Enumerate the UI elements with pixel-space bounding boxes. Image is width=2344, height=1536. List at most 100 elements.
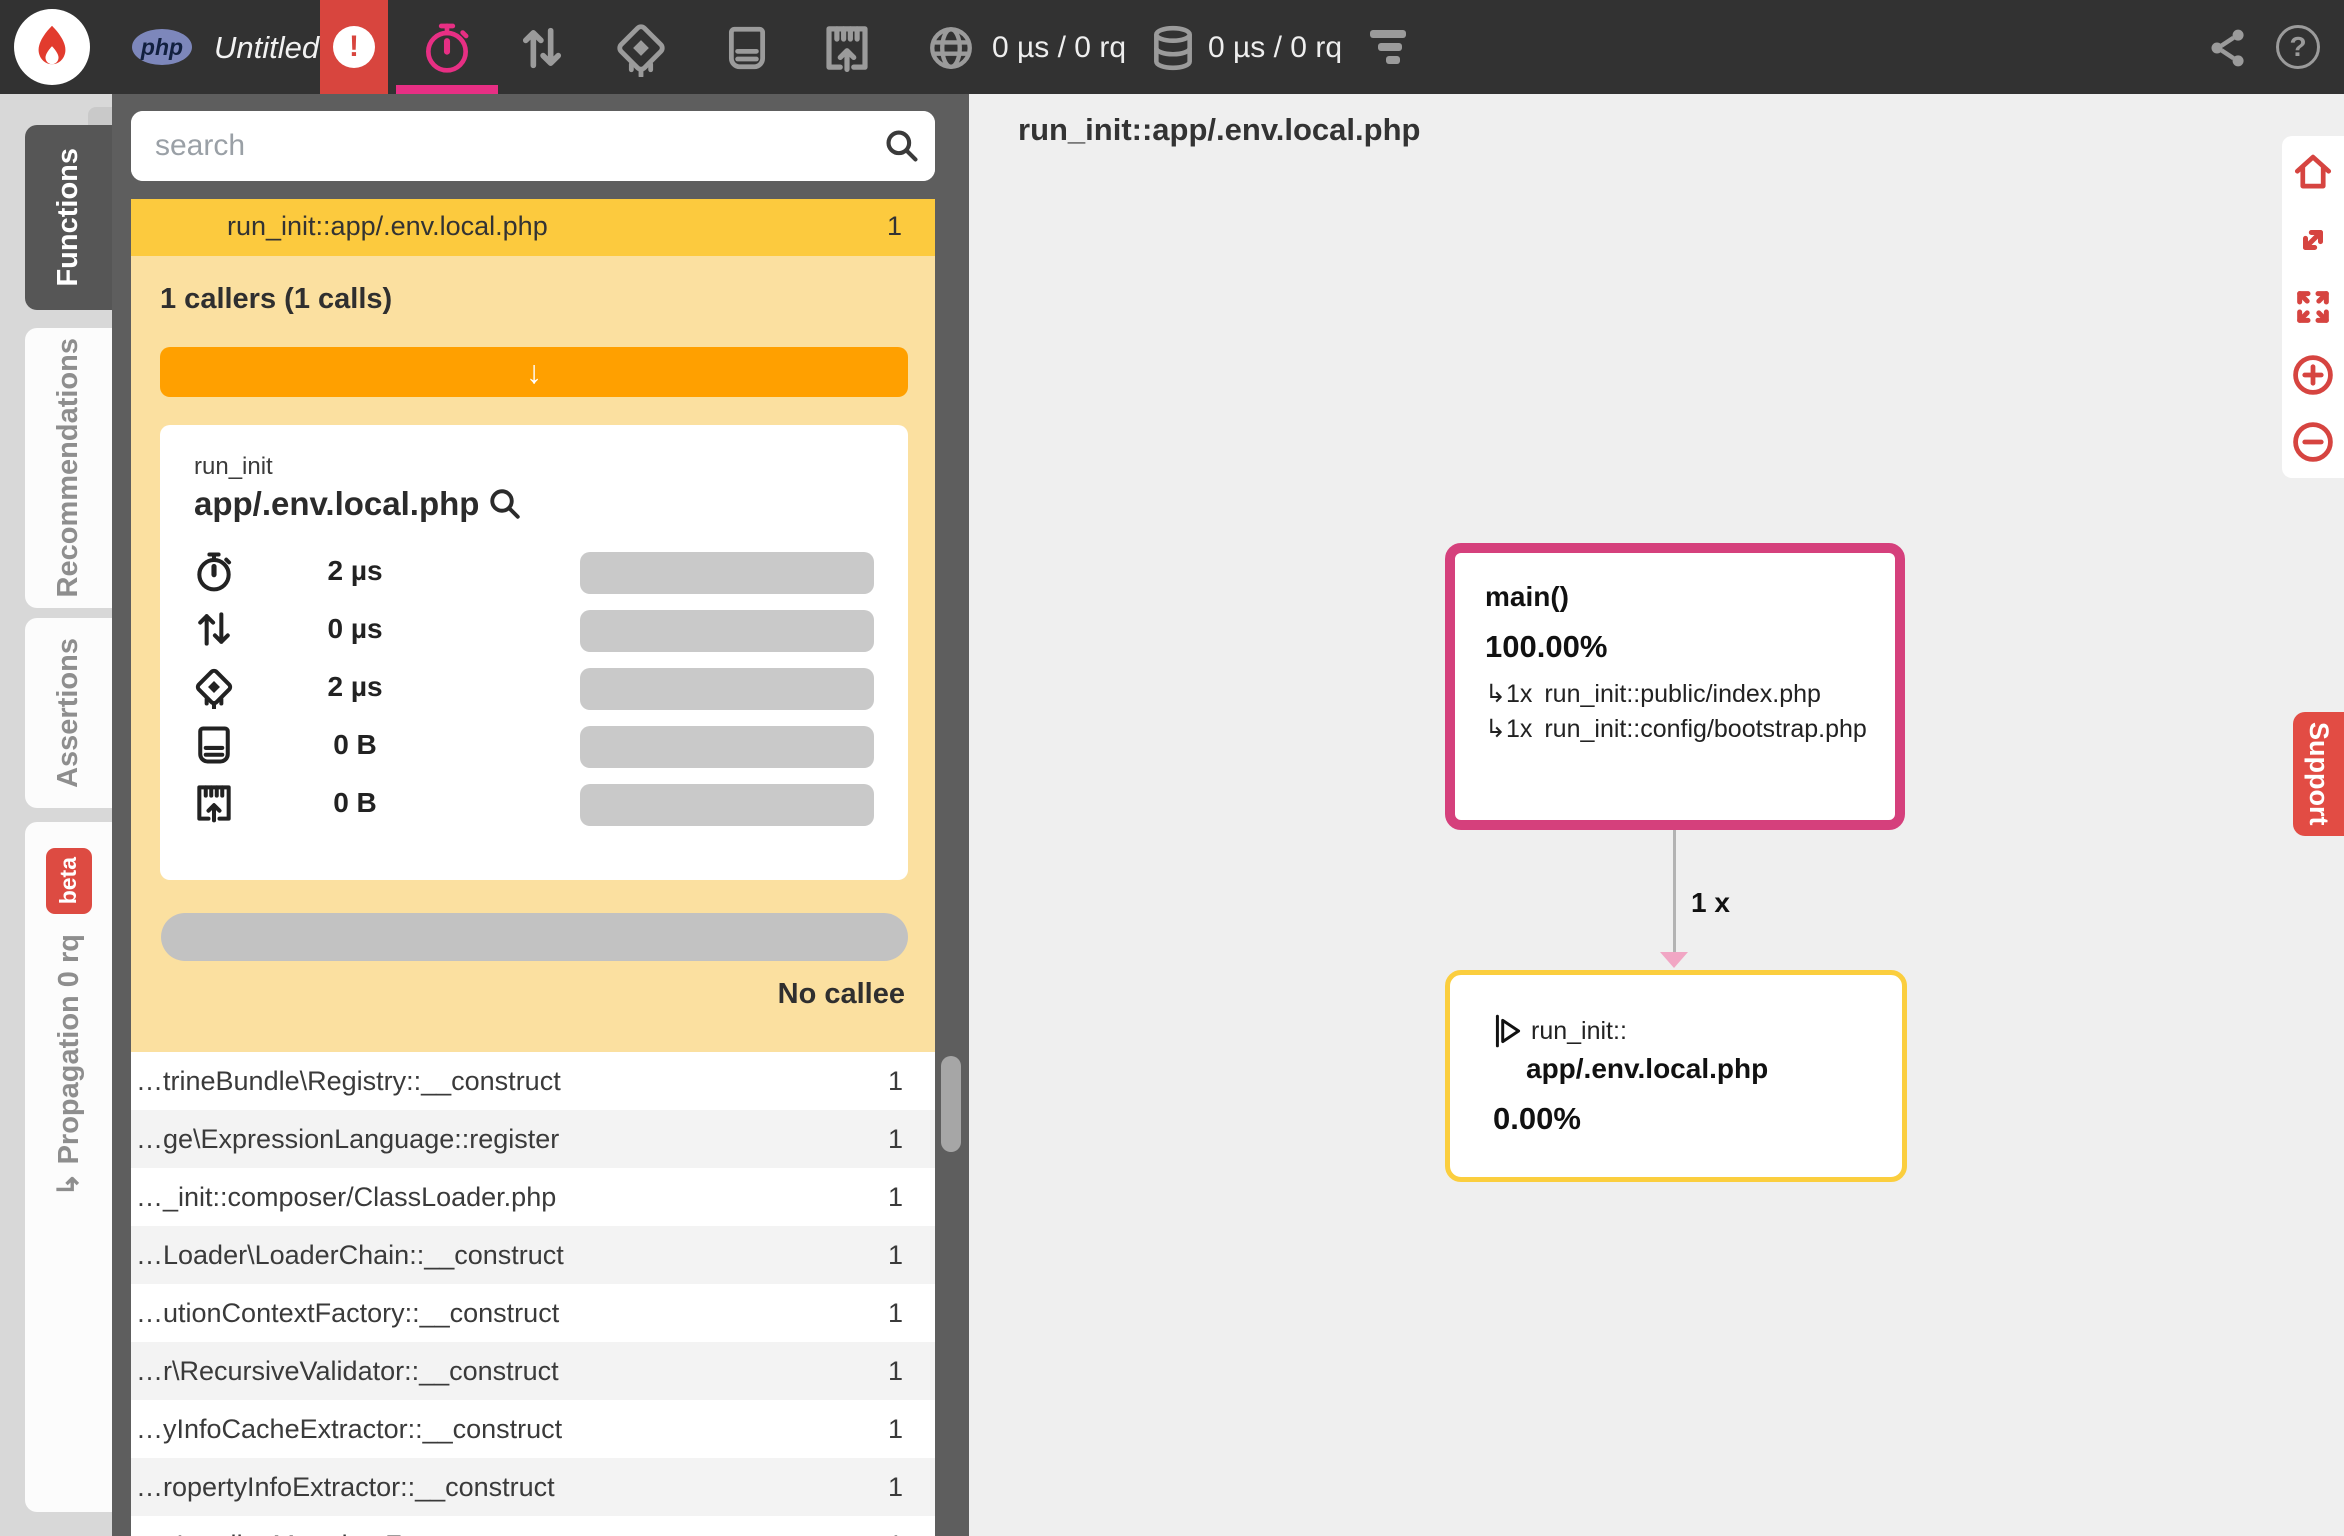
- metric-row: 0 B: [160, 779, 908, 829]
- function-list-row[interactable]: …trineBundle\Registry::__construct1: [131, 1052, 935, 1110]
- graph-node-main[interactable]: main() 100.00% ↳1xrun_init::public/index…: [1445, 543, 1905, 830]
- filter-bar-3: [1386, 56, 1400, 64]
- function-namespace: run_init: [194, 453, 273, 481]
- graph-node-env-local[interactable]: run_init:: app/.env.local.php 0.00%: [1445, 970, 1907, 1182]
- tab-memory[interactable]: [722, 23, 772, 73]
- sidebar-tab-functions[interactable]: Functions: [25, 125, 112, 310]
- profile-name: Untitled: [214, 30, 319, 66]
- left-tab-rail: Functions Recommendations Assertions bet…: [0, 94, 112, 1536]
- panel-scrollbar-thumb[interactable]: [941, 1056, 961, 1152]
- share-button[interactable]: [2206, 26, 2250, 70]
- function-list-row[interactable]: …r\RecursiveValidator::__construct1: [131, 1342, 935, 1400]
- tab-cpu-time[interactable]: [612, 19, 670, 77]
- call-edge: [1673, 830, 1676, 958]
- filter-bar-2: [1378, 43, 1402, 51]
- sql-db-group[interactable]: [1148, 23, 1198, 73]
- function-list-label: …ge\ExpressionLanguage::register: [136, 1124, 876, 1155]
- function-list-count: 1: [888, 1182, 903, 1213]
- tab-label: Functions: [52, 148, 85, 287]
- callers-heading: 1 callers (1 calls): [160, 283, 392, 316]
- function-list-count: 1: [888, 1066, 903, 1097]
- active-tab-underline: [396, 85, 498, 94]
- node-name: main(): [1485, 581, 1895, 613]
- function-list-row[interactable]: …ge\ExpressionLanguage::register1: [131, 1110, 935, 1168]
- metric-placeholder-bar: [580, 552, 874, 594]
- node-namespace-row: run_init::: [1493, 1013, 1902, 1049]
- edge-call-count: 1 x: [1691, 887, 1730, 919]
- scroll-down-button[interactable]: ↓: [160, 347, 908, 397]
- flame-icon: [29, 24, 75, 70]
- metric-value: 2 µs: [280, 671, 430, 703]
- tab-network[interactable]: [820, 21, 874, 75]
- function-list-count: 1: [888, 1298, 903, 1329]
- help-button[interactable]: ?: [2276, 25, 2320, 69]
- function-list-row[interactable]: …yInfoCacheExtractor::__construct1: [131, 1400, 935, 1458]
- placeholder-bar: [161, 913, 908, 961]
- node-namespace: run_init::: [1531, 1017, 1627, 1046]
- memory-icon: [192, 723, 236, 767]
- filter-bar-1: [1370, 30, 1406, 38]
- metric-row: 2 µs: [160, 547, 908, 597]
- blackfire-logo[interactable]: [14, 9, 90, 85]
- function-list-label: …_init::composer/ClassLoader.php: [136, 1182, 876, 1213]
- filter-button[interactable]: [1370, 30, 1410, 69]
- callee-name: run_init::public/index.php: [1544, 677, 1821, 712]
- metric-value: 0 B: [280, 729, 430, 761]
- selected-function-row[interactable]: run_init::app/.env.local.php 1: [131, 199, 935, 256]
- function-name: app/.env.local.php: [194, 485, 479, 523]
- function-list-count: 1: [888, 1240, 903, 1271]
- edge-arrowhead-icon: [1660, 952, 1688, 968]
- metric-row: 0 B: [160, 721, 908, 771]
- callers-section: 1 callers (1 calls) ↓ run_init app/.env.…: [131, 256, 935, 1052]
- home-icon: [2291, 150, 2335, 194]
- search-icon[interactable]: [883, 127, 921, 165]
- http-globe-group[interactable]: [926, 23, 976, 73]
- cpu-chip-icon: [192, 665, 236, 709]
- stopwatch-icon: [192, 549, 236, 593]
- beta-badge-label: beta: [55, 857, 82, 904]
- support-tab[interactable]: Support: [2293, 712, 2344, 836]
- http-stats: 0 µs / 0 rq: [992, 31, 1126, 65]
- question-mark-icon: ?: [2276, 25, 2320, 69]
- call-graph-canvas[interactable]: run_init::app/.env.local.php: [969, 94, 2344, 1536]
- tab-label: Assertions: [52, 638, 85, 788]
- function-list-label: …utionContextFactory::__construct: [136, 1298, 876, 1329]
- metric-value: 0 µs: [280, 613, 430, 645]
- function-name-row: app/.env.local.php: [194, 485, 523, 523]
- php-badge-label: php: [141, 34, 183, 61]
- function-list-row[interactable]: …yLoadingMetadataFactory::__construct1: [131, 1516, 935, 1536]
- tab-io-wait[interactable]: [516, 22, 568, 74]
- function-list-label: …ropertyInfoExtractor::__construct: [136, 1472, 876, 1503]
- home-button[interactable]: [2291, 150, 2335, 194]
- issues-button[interactable]: !: [320, 0, 388, 94]
- function-list-label: …yLoadingMetadataFactory::__construct: [136, 1530, 876, 1536]
- sidebar-tab-assertions[interactable]: Assertions: [25, 618, 112, 808]
- fullscreen-icon: [2293, 287, 2333, 327]
- fullscreen-button[interactable]: [2291, 285, 2335, 329]
- callee-name: run_init::config/bootstrap.php: [1544, 712, 1866, 747]
- function-list-row[interactable]: …Loader\LoaderChain::__construct 1: [131, 1226, 935, 1284]
- function-list-row[interactable]: …ropertyInfoExtractor::__construct1: [131, 1458, 935, 1516]
- tab-wall-time[interactable]: [396, 0, 498, 94]
- sidebar-tab-recommendations[interactable]: Recommendations: [25, 328, 112, 608]
- inspect-magnifier-icon[interactable]: [487, 486, 523, 522]
- expand-icon: [2293, 220, 2333, 260]
- cpu-chip-icon: [192, 665, 236, 709]
- function-list-label: …Loader\LoaderChain::__construct: [136, 1240, 876, 1271]
- zoom-out-icon: [2291, 420, 2335, 464]
- metric-placeholder-bar: [580, 784, 874, 826]
- callee-line[interactable]: ↳1xrun_init::public/index.php: [1485, 677, 1895, 712]
- function-list-row[interactable]: …_init::composer/ClassLoader.php 1: [131, 1168, 935, 1226]
- zoom-in-button[interactable]: [2291, 353, 2335, 397]
- zoom-out-button[interactable]: [2291, 420, 2335, 464]
- metric-row: 0 µs: [160, 605, 908, 655]
- fit-view-button[interactable]: [2291, 218, 2335, 262]
- entry-point-icon: [1493, 1013, 1523, 1049]
- search-input[interactable]: [131, 111, 935, 181]
- down-arrow-icon: ↓: [526, 354, 542, 391]
- functions-panel: run_init::app/.env.local.php 1 1 callers…: [112, 94, 969, 1536]
- sidebar-tab-propagation[interactable]: beta ↳ Propagation 0 rq: [25, 822, 112, 1512]
- io-arrows-icon: [192, 607, 236, 651]
- callee-line[interactable]: ↳1xrun_init::config/bootstrap.php: [1485, 712, 1895, 747]
- function-list-row[interactable]: …utionContextFactory::__construct 1: [131, 1284, 935, 1342]
